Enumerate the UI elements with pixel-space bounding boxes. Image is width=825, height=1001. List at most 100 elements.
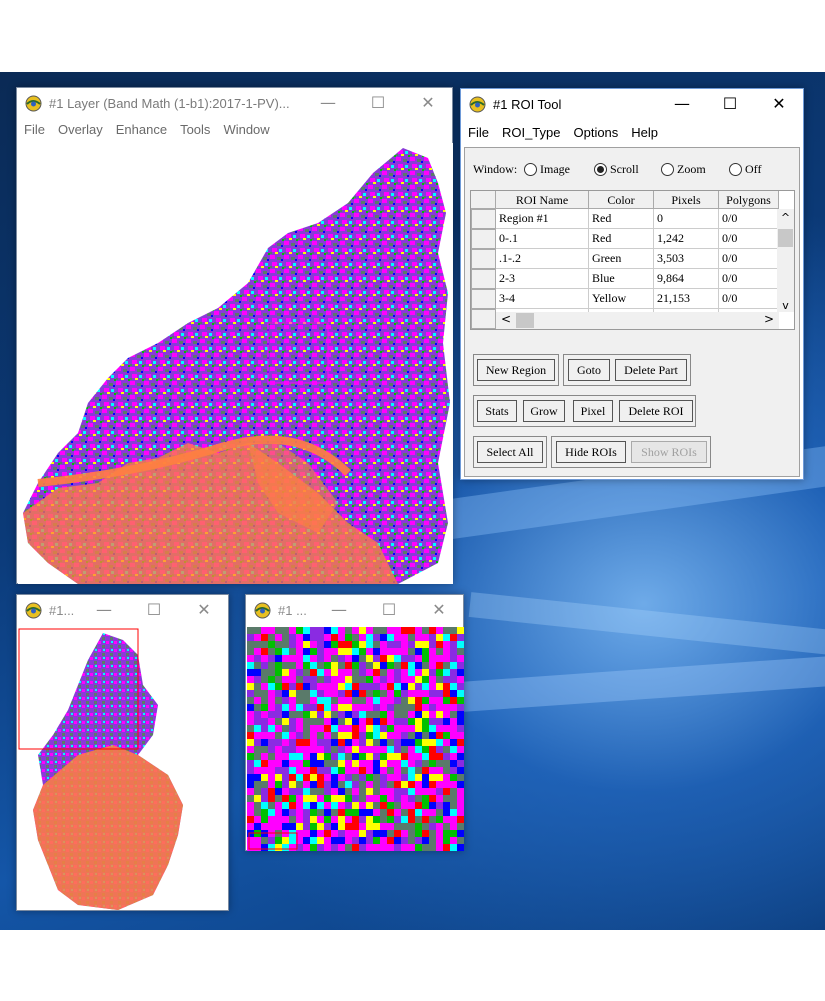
layer-window: #1 Layer (Band Math (1-b1):2017-1-PV)...… (16, 87, 453, 584)
close-button[interactable]: ✕ (428, 600, 450, 620)
menu-file[interactable]: File (461, 121, 495, 140)
maximize-button[interactable]: ☐ (143, 600, 165, 620)
scroll-right-icon[interactable]: > (764, 312, 774, 326)
grow-button[interactable]: Grow (523, 400, 565, 422)
table-cell[interactable]: Green (589, 249, 654, 269)
table-cell[interactable]: 0 (654, 209, 719, 229)
goto-button[interactable]: Goto (568, 359, 610, 381)
minimize-button[interactable]: — (317, 93, 339, 113)
menu-file[interactable]: File (17, 118, 51, 137)
table-horizontal-scrollbar[interactable]: < > (496, 312, 779, 329)
roi-panel: Window: Image Scroll Zoom Off ROI Name C… (464, 147, 800, 477)
table-cell[interactable]: 21,153 (654, 289, 719, 309)
table-cell[interactable]: 9,864 (654, 269, 719, 289)
hide-rois-button[interactable]: Hide ROIs (556, 441, 626, 463)
table-cell[interactable]: 3,503 (654, 249, 719, 269)
table-cell[interactable]: 1,242 (654, 229, 719, 249)
pixel-button[interactable]: Pixel (573, 400, 613, 422)
table-cell[interactable]: .1-.2 (496, 249, 589, 269)
overview-map-image[interactable] (18, 625, 229, 911)
maximize-button[interactable]: ☐ (378, 600, 400, 620)
stats-group: Stats Grow Pixel Delete ROI (473, 395, 696, 427)
layer-image-canvas[interactable] (18, 143, 453, 584)
minimize-button[interactable]: — (671, 94, 693, 114)
goto-group: Goto Delete Part (563, 354, 691, 386)
radio-image-label: Image (540, 162, 570, 176)
menu-tools[interactable]: Tools (173, 118, 216, 137)
roi-menubar: File ROI_Type Options Help (461, 121, 803, 143)
minimize-button[interactable]: — (328, 600, 350, 620)
table-cell[interactable]: 0/0 (719, 289, 779, 309)
delete-part-button[interactable]: Delete Part (615, 359, 687, 381)
menu-overlay[interactable]: Overlay (51, 118, 109, 137)
envi-app-icon (25, 602, 42, 619)
menu-options[interactable]: Options (566, 121, 624, 140)
zoom-titlebar[interactable]: #1 ... — ☐ ✕ (246, 595, 463, 625)
row-header[interactable] (471, 309, 496, 329)
roi-table: ROI Name Color Pixels Polygons Region #1… (470, 190, 795, 330)
table-cell[interactable]: 2-3 (496, 269, 589, 289)
hscroll-thumb[interactable] (516, 313, 534, 328)
classified-map-image (23, 148, 450, 584)
menu-roi-type[interactable]: ROI_Type (495, 121, 567, 140)
layer-titlebar[interactable]: #1 Layer (Band Math (1-b1):2017-1-PV)...… (17, 88, 452, 118)
delete-roi-button[interactable]: Delete ROI (619, 400, 693, 422)
radio-zoom[interactable] (661, 163, 674, 176)
close-button[interactable]: ✕ (417, 93, 439, 113)
table-cell[interactable]: Region #1 (496, 209, 589, 229)
scroll-up-icon[interactable]: ^ (777, 211, 794, 224)
col-color[interactable]: Color (589, 191, 654, 209)
roi-tool-window: #1 ROI Tool — ☐ ✕ File ROI_Type Options Hel… (460, 88, 804, 480)
table-cell[interactable]: Yellow (589, 289, 654, 309)
envi-app-icon (254, 602, 271, 619)
show-rois-button[interactable]: Show ROIs (631, 441, 707, 463)
menu-window[interactable]: Window (216, 118, 275, 137)
envi-app-icon (469, 96, 486, 113)
stats-button[interactable]: Stats (477, 400, 517, 422)
table-cell[interactable]: Red (589, 229, 654, 249)
select-all-button[interactable]: Select All (477, 441, 543, 463)
table-cell[interactable]: Red (589, 209, 654, 229)
overview-window-title: #1... (49, 603, 75, 618)
close-button[interactable]: ✕ (193, 600, 215, 620)
new-region-button[interactable]: New Region (477, 359, 555, 381)
scroll-down-icon[interactable]: v (777, 299, 794, 312)
zoom-window: #1 ... — ☐ ✕ (245, 594, 464, 851)
menu-help[interactable]: Help (624, 121, 664, 140)
col-polygons[interactable]: Polygons (719, 191, 779, 209)
minimize-button[interactable]: — (93, 600, 115, 620)
table-cell[interactable]: 0/0 (719, 229, 779, 249)
menu-enhance[interactable]: Enhance (109, 118, 173, 137)
zoom-pixel-image[interactable] (247, 627, 464, 851)
scroll-left-icon[interactable]: < (501, 312, 511, 326)
table-vertical-scrollbar[interactable]: ^ v (777, 209, 794, 312)
radio-off[interactable] (729, 163, 742, 176)
radio-image[interactable] (524, 163, 537, 176)
row-header[interactable] (471, 289, 496, 309)
table-cell[interactable]: 0/0 (719, 269, 779, 289)
table-cell[interactable]: 3-4 (496, 289, 589, 309)
table-cell[interactable]: Blue (589, 269, 654, 289)
row-header[interactable] (471, 269, 496, 289)
row-header[interactable] (471, 249, 496, 269)
col-pixels[interactable]: Pixels (654, 191, 719, 209)
layer-menubar: File Overlay Enhance Tools Window (17, 118, 452, 140)
radio-scroll[interactable] (594, 163, 607, 176)
table-cell[interactable]: 0/0 (719, 249, 779, 269)
row-header[interactable] (471, 209, 496, 229)
col-roi-name[interactable]: ROI Name (496, 191, 589, 209)
zoom-window-title: #1 ... (278, 603, 307, 618)
table-corner (471, 191, 496, 209)
maximize-button[interactable]: ☐ (367, 93, 389, 113)
select-all-group: Select All (473, 436, 547, 468)
roi-titlebar[interactable]: #1 ROI Tool — ☐ ✕ (461, 89, 803, 119)
maximize-button[interactable]: ☐ (719, 94, 741, 114)
hide-show-group: Hide ROIs Show ROIs (551, 436, 711, 468)
close-button[interactable]: ✕ (768, 94, 790, 114)
table-cell[interactable]: 0/0 (719, 209, 779, 229)
layer-window-title: #1 Layer (Band Math (1-b1):2017-1-PV)... (49, 96, 290, 111)
row-header[interactable] (471, 229, 496, 249)
table-cell[interactable]: 0-.1 (496, 229, 589, 249)
overview-titlebar[interactable]: #1... — ☐ ✕ (17, 595, 228, 625)
scroll-thumb[interactable] (778, 229, 793, 247)
